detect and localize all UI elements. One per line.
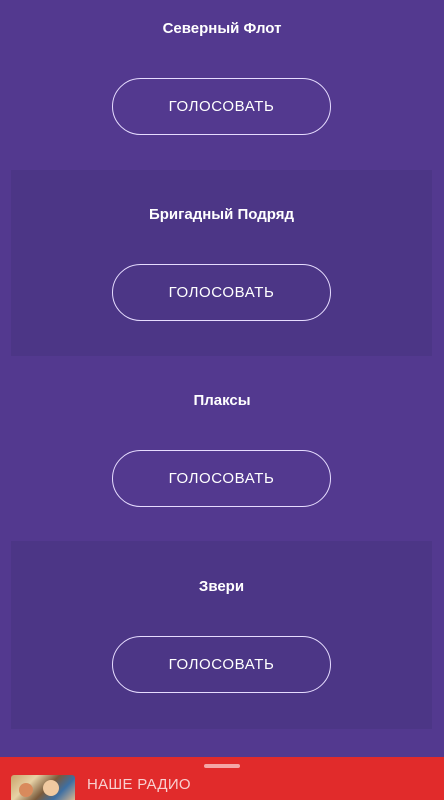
vote-button-brigadny-podryad[interactable]: ГОЛОСОВАТЬ [112, 264, 331, 321]
candidate-card-severny-flot: Северный Флот ГОЛОСОВАТЬ [0, 0, 444, 170]
candidate-name: Звери [198, 578, 245, 595]
album-cover-thumbnail [11, 775, 75, 800]
vote-button-severny-flot[interactable]: ГОЛОСОВАТЬ [112, 78, 331, 135]
candidate-name: Северный Флот [162, 20, 282, 37]
candidate-card-zveri: Звери ГОЛОСОВАТЬ [11, 541, 432, 729]
mini-player-bar[interactable]: НАШЕ РАДИО [0, 757, 444, 800]
candidate-card-plaksy: Плаксы ГОЛОСОВАТЬ [0, 356, 444, 541]
drag-handle-icon[interactable] [204, 764, 240, 768]
station-name: НАШЕ РАДИО [87, 776, 191, 793]
vote-button-zveri[interactable]: ГОЛОСОВАТЬ [112, 636, 331, 693]
vote-button-plaksy[interactable]: ГОЛОСОВАТЬ [112, 450, 331, 507]
candidate-name: Бригадный Подряд [148, 206, 295, 223]
candidate-name: Плаксы [193, 392, 251, 409]
candidate-card-brigadny-podryad: Бригадный Подряд ГОЛОСОВАТЬ [11, 170, 432, 356]
vote-screen: Северный Флот ГОЛОСОВАТЬ Бригадный Подря… [0, 0, 444, 800]
